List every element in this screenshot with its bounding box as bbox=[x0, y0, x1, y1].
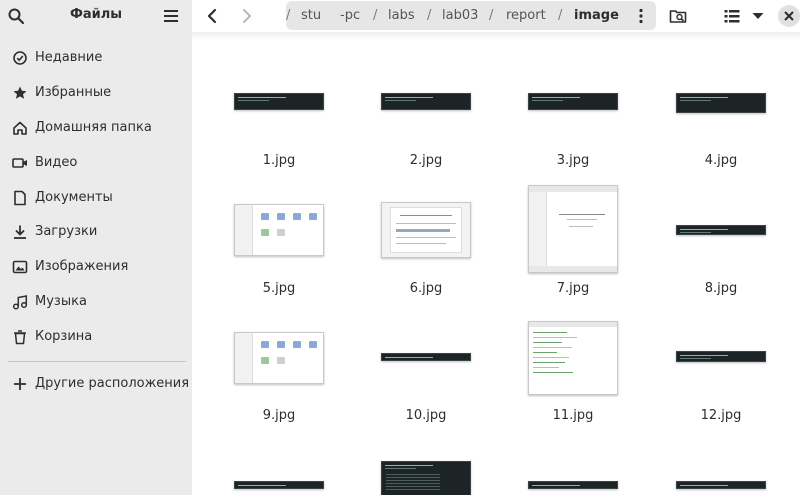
sidebar-item-label: Другие расположения bbox=[35, 376, 190, 391]
file-thumbnail bbox=[676, 93, 766, 113]
video-icon bbox=[12, 158, 27, 168]
file-grid: 1.jpg 2.jpg 3.jpg 4.jpg 5.jpg 6.jpg 7.jp… bbox=[192, 36, 800, 495]
plus-icon bbox=[14, 378, 26, 390]
path-segment-host[interactable]: -pc bbox=[340, 8, 360, 23]
file-item[interactable] bbox=[352, 419, 500, 495]
path-segment-image[interactable]: image bbox=[574, 8, 619, 23]
path-segment-report[interactable]: report bbox=[506, 8, 546, 23]
sidebar-header: Файлы bbox=[0, 0, 192, 32]
image-icon bbox=[12, 260, 28, 274]
file-thumbnail bbox=[234, 332, 324, 384]
path-separator: / bbox=[286, 8, 291, 23]
sidebar-item-home[interactable]: Домашняя папка bbox=[0, 113, 192, 143]
file-item[interactable]: 12.jpg bbox=[647, 291, 795, 423]
file-thumbnail bbox=[528, 481, 618, 489]
file-thumbnail bbox=[234, 481, 324, 489]
sidebar-item-label: Музыка bbox=[35, 294, 87, 309]
file-item[interactable]: 5.jpg bbox=[205, 164, 353, 296]
file-item[interactable]: 2.jpg bbox=[352, 36, 500, 168]
file-item[interactable]: 3.jpg bbox=[499, 36, 647, 168]
path-segment-user[interactable]: stu bbox=[301, 8, 321, 23]
file-thumbnail bbox=[528, 93, 618, 110]
sidebar-item-label: Загрузки bbox=[35, 224, 98, 239]
file-thumbnail bbox=[528, 185, 618, 273]
file-thumbnail bbox=[381, 461, 471, 495]
sidebar: Файлы Недавние Избранные Домашняя папка … bbox=[0, 0, 192, 495]
file-thumbnail bbox=[381, 93, 471, 110]
sidebar-item-recent[interactable]: Недавние bbox=[0, 43, 192, 73]
file-thumbnail bbox=[676, 481, 766, 489]
sidebar-item-label: Видео bbox=[35, 155, 78, 170]
forward-arrow-icon[interactable] bbox=[237, 6, 257, 26]
path-separator: / bbox=[558, 8, 563, 23]
clock-icon bbox=[13, 51, 27, 65]
path-separator: / bbox=[427, 8, 432, 23]
file-thumbnail bbox=[381, 353, 471, 361]
music-icon bbox=[12, 295, 28, 310]
sidebar-item-trash[interactable]: Корзина bbox=[0, 322, 192, 352]
sidebar-item-music[interactable]: Музыка bbox=[0, 287, 192, 317]
sidebar-item-label: Домашняя папка bbox=[35, 120, 152, 135]
file-item[interactable]: 4.jpg bbox=[647, 36, 795, 168]
file-item[interactable]: 7.jpg bbox=[499, 164, 647, 296]
close-button[interactable] bbox=[778, 5, 800, 27]
more-options-icon[interactable] bbox=[638, 8, 644, 24]
file-thumbnail bbox=[234, 93, 324, 110]
sidebar-item-label: Недавние bbox=[35, 50, 103, 65]
trash-icon bbox=[14, 330, 26, 345]
sidebar-item-label: Избранные bbox=[35, 85, 112, 100]
file-thumbnail bbox=[381, 202, 471, 258]
file-thumbnail bbox=[234, 204, 324, 256]
file-item[interactable]: 11.jpg bbox=[499, 291, 647, 423]
download-icon bbox=[14, 225, 26, 239]
sidebar-item-documents[interactable]: Документы bbox=[0, 183, 192, 213]
path-segment-labs[interactable]: labs bbox=[388, 8, 415, 23]
sidebar-item-label: Изображения bbox=[35, 259, 129, 274]
file-item[interactable]: 9.jpg bbox=[205, 291, 353, 423]
file-item[interactable] bbox=[205, 419, 353, 495]
folder-search-icon[interactable] bbox=[669, 7, 687, 25]
path-separator: / bbox=[373, 8, 378, 23]
file-item[interactable]: 1.jpg bbox=[205, 36, 353, 168]
path-separator: / bbox=[489, 8, 494, 23]
sidebar-item-label: Документы bbox=[35, 190, 113, 205]
back-arrow-icon[interactable] bbox=[202, 6, 222, 26]
file-thumbnail bbox=[676, 351, 766, 362]
hamburger-menu-icon[interactable] bbox=[163, 9, 179, 23]
sidebar-divider bbox=[8, 361, 186, 362]
file-item[interactable]: 8.jpg bbox=[647, 164, 795, 296]
star-icon bbox=[13, 86, 27, 99]
sidebar-item-downloads[interactable]: Загрузки bbox=[0, 217, 192, 247]
path-bar: / stu -pc / labs / lab03 / report / imag… bbox=[286, 1, 656, 30]
sidebar-item-other-locations[interactable]: Другие расположения bbox=[0, 369, 192, 399]
chevron-down-icon[interactable] bbox=[749, 7, 767, 25]
sidebar-item-starred[interactable]: Избранные bbox=[0, 78, 192, 108]
document-icon bbox=[14, 190, 26, 206]
file-thumbnail bbox=[676, 225, 766, 235]
file-item[interactable]: 10.jpg bbox=[352, 291, 500, 423]
close-icon bbox=[784, 11, 794, 21]
file-item[interactable] bbox=[499, 419, 647, 495]
home-icon bbox=[13, 121, 27, 135]
sidebar-item-pictures[interactable]: Изображения bbox=[0, 252, 192, 282]
file-thumbnail bbox=[528, 321, 618, 395]
file-item[interactable] bbox=[647, 419, 795, 495]
list-view-icon[interactable] bbox=[723, 7, 741, 25]
sidebar-item-video[interactable]: Видео bbox=[0, 148, 192, 178]
sidebar-item-label: Корзина bbox=[35, 329, 93, 344]
file-item[interactable]: 6.jpg bbox=[352, 164, 500, 296]
path-segment-lab03[interactable]: lab03 bbox=[442, 8, 478, 23]
